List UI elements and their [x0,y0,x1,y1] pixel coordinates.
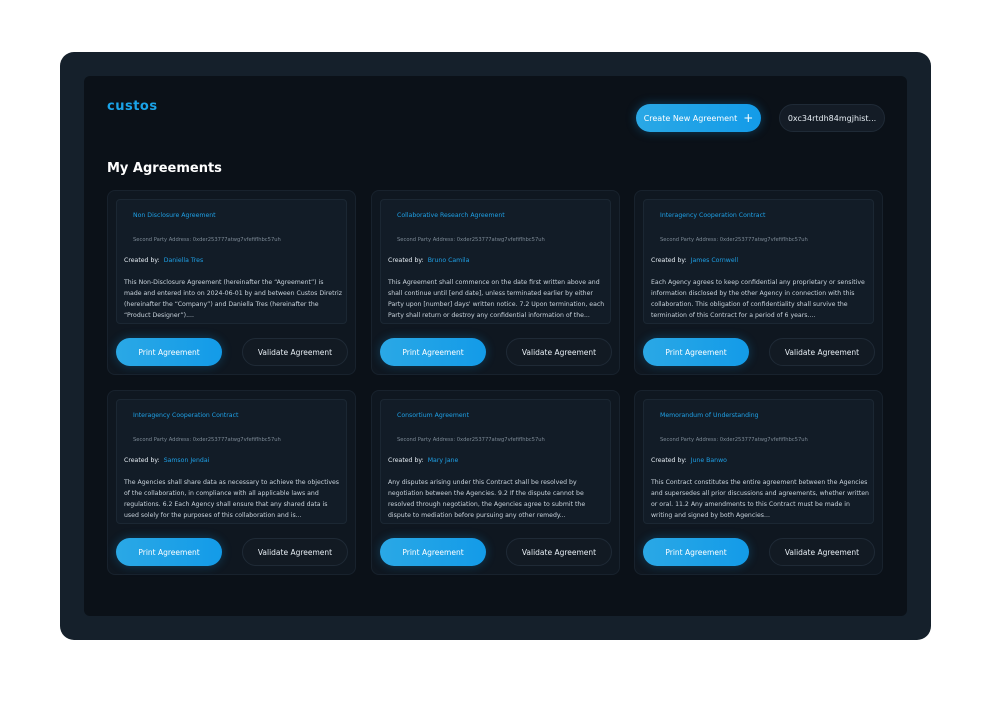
print-agreement-button[interactable]: Print Agreement [643,538,749,566]
agreement-card: Non Disclosure Agreement Second Party Ad… [107,190,356,375]
agreement-card: Collaborative Research Agreement Second … [371,190,620,375]
print-agreement-button[interactable]: Print Agreement [380,338,486,366]
created-by-name: Daniella Tres [163,257,204,264]
agreement-card: Consortium Agreement Second Party Addres… [371,390,620,575]
agreement-title[interactable]: Memorandum of Understanding [660,412,759,419]
created-by-name: Bruno Camila [427,257,470,264]
validate-agreement-button[interactable]: Validate Agreement [242,338,348,366]
created-by-label: Created by: [124,457,160,464]
created-by-label: Created by: [651,257,687,264]
agreement-title[interactable]: Interagency Cooperation Contract [133,412,238,419]
agreement-title[interactable]: Non Disclosure Agreement [133,212,216,219]
second-party-address: Second Party Address: 0xder253777atwg7vf… [660,237,808,243]
validate-agreement-button[interactable]: Validate Agreement [769,338,875,366]
created-by-name: Mary Jane [427,457,459,464]
created-by-label: Created by: [651,457,687,464]
second-party-address: Second Party Address: 0xder253777atwg7vf… [133,437,281,443]
created-by-name: Samson Jendai [163,457,210,464]
agreement-card-content: Consortium Agreement Second Party Addres… [380,399,611,524]
created-by-label: Created by: [388,257,424,264]
agreement-card: Interagency Cooperation Contract Second … [107,390,356,575]
print-agreement-button[interactable]: Print Agreement [380,538,486,566]
agreement-excerpt: The Agencies shall share data as necessa… [124,479,340,519]
agreement-card: Memorandum of Understanding Second Party… [634,390,883,575]
create-agreement-label: Create New Agreement [643,113,738,123]
app-window: custos Create New Agreement + 0xc34rtdh8… [84,76,907,616]
agreement-title[interactable]: Interagency Cooperation Contract [660,212,765,219]
created-by-label: Created by: [124,257,160,264]
validate-agreement-button[interactable]: Validate Agreement [769,538,875,566]
create-agreement-button[interactable]: Create New Agreement + [636,104,761,132]
second-party-address: Second Party Address: 0xder253777atwg7vf… [397,437,545,443]
created-by-row: Created by: Daniella Tres [124,257,203,264]
print-agreement-button[interactable]: Print Agreement [116,338,222,366]
created-by-label: Created by: [388,457,424,464]
created-by-name: James Cornwell [690,257,739,264]
created-by-row: Created by: James Cornwell [651,257,738,264]
validate-agreement-button[interactable]: Validate Agreement [506,338,612,366]
agreement-excerpt: This Agreement shall commence on the dat… [388,279,605,319]
agreement-card-content: Memorandum of Understanding Second Party… [643,399,874,524]
second-party-address: Second Party Address: 0xder253777atwg7vf… [660,437,808,443]
agreement-excerpt: This Non-Disclosure Agreement (hereinaft… [124,279,343,319]
validate-agreement-button[interactable]: Validate Agreement [506,538,612,566]
plus-icon: + [743,111,754,125]
agreement-title[interactable]: Collaborative Research Agreement [397,212,505,219]
validate-agreement-button[interactable]: Validate Agreement [242,538,348,566]
agreement-card-content: Interagency Cooperation Contract Second … [116,399,347,524]
print-agreement-button[interactable]: Print Agreement [116,538,222,566]
wallet-address-button[interactable]: 0xc34rtdh84mgjhist... [779,104,885,132]
agreement-title[interactable]: Consortium Agreement [397,412,469,419]
second-party-address: Second Party Address: 0xder253777atwg7vf… [133,237,281,243]
created-by-row: Created by: Samson Jendai [124,457,209,464]
agreement-excerpt: Any disputes arising under this Contract… [388,479,586,519]
created-by-row: Created by: Bruno Camila [388,257,469,264]
print-agreement-button[interactable]: Print Agreement [643,338,749,366]
agreement-card: Interagency Cooperation Contract Second … [634,190,883,375]
created-by-name: June Banwo [690,457,727,464]
app-frame: custos Create New Agreement + 0xc34rtdh8… [60,52,931,640]
created-by-row: Created by: Mary Jane [388,457,458,464]
agreement-excerpt: This Contract constitutes the entire agr… [651,479,869,519]
agreement-card-content: Collaborative Research Agreement Second … [380,199,611,324]
agreement-excerpt: Each Agency agrees to keep confidential … [651,279,865,319]
custos-logo[interactable]: custos [107,99,158,114]
agreement-card-content: Interagency Cooperation Contract Second … [643,199,874,324]
page-title: My Agreements [107,161,222,176]
agreement-card-content: Non Disclosure Agreement Second Party Ad… [116,199,347,324]
created-by-row: Created by: June Banwo [651,457,727,464]
second-party-address: Second Party Address: 0xder253777atwg7vf… [397,237,545,243]
